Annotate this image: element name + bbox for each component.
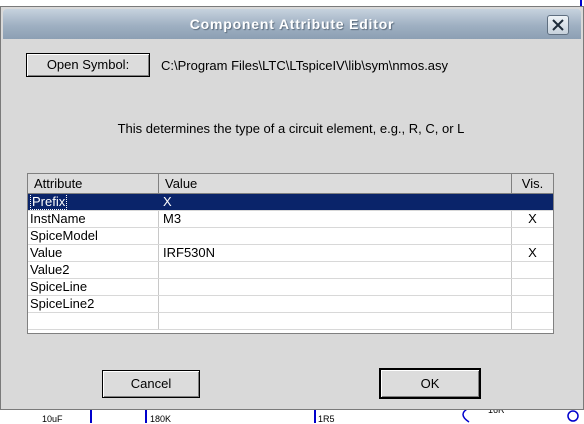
attribute-name-cell[interactable] [28, 313, 159, 329]
attribute-value-cell[interactable] [159, 228, 512, 244]
dialog-title: Component Attribute Editor [189, 16, 395, 32]
close-button[interactable] [547, 15, 569, 35]
column-header-value[interactable]: Value [159, 174, 512, 193]
attribute-row[interactable]: SpiceModel [28, 228, 553, 245]
attribute-row[interactable]: Value2 [28, 262, 553, 279]
attribute-row[interactable]: InstName M3 X [28, 211, 553, 228]
attribute-row[interactable]: Prefix X [28, 194, 553, 211]
attribute-visible-cell[interactable] [512, 194, 553, 210]
cancel-button[interactable]: Cancel [102, 370, 200, 398]
attribute-name-cell[interactable]: Value2 [28, 262, 159, 278]
attribute-name: Value2 [30, 262, 70, 277]
schematic-wire [145, 408, 147, 423]
attribute-name-cell[interactable]: SpiceModel [28, 228, 159, 244]
attribute-value-cell[interactable] [159, 296, 512, 312]
attribute-name: SpiceModel [30, 228, 98, 243]
attribute-row[interactable]: SpiceLine [28, 279, 553, 296]
schematic-wire [90, 408, 92, 423]
attribute-name-cell[interactable]: SpiceLine [28, 279, 159, 295]
attribute-visible-cell[interactable]: X [512, 211, 553, 227]
attribute-row[interactable]: SpiceLine2 [28, 296, 553, 313]
attribute-name: Prefix [30, 194, 68, 210]
attribute-name-cell[interactable]: SpiceLine2 [28, 296, 159, 312]
symbol-path: C:\Program Files\LTC\LTspiceIV\lib\sym\n… [161, 58, 449, 73]
attribute-visible-cell[interactable] [512, 296, 553, 312]
attribute-visible-cell[interactable]: X [512, 245, 553, 261]
attribute-value-cell[interactable] [159, 279, 512, 295]
attribute-description: This determines the type of a circuit el… [117, 121, 465, 136]
attribute-visible-cell[interactable] [512, 313, 553, 329]
attribute-value-cell[interactable]: M3 [159, 211, 512, 227]
attribute-value-cell[interactable] [159, 313, 512, 329]
attribute-visible-cell[interactable] [512, 279, 553, 295]
attribute-name-cell[interactable]: InstName [28, 211, 159, 227]
attribute-value-cell[interactable]: X [159, 194, 512, 210]
attribute-visible-cell[interactable] [512, 262, 553, 278]
title-bar[interactable]: Component Attribute Editor [3, 9, 581, 39]
attribute-name: SpiceLine2 [30, 296, 95, 311]
schematic-wire [314, 408, 316, 423]
attribute-name-cell[interactable]: Value [28, 245, 159, 261]
grid-header: Attribute Value Vis. [28, 174, 553, 194]
attribute-name: InstName [30, 211, 86, 226]
attribute-row[interactable]: Value IRF530N X [28, 245, 553, 262]
attribute-visible-cell[interactable] [512, 228, 553, 244]
attribute-name-cell[interactable]: Prefix [28, 194, 159, 210]
open-symbol-button[interactable]: Open Symbol: [26, 53, 150, 77]
attribute-grid[interactable]: Attribute Value Vis. Prefix X InstName M3 X S… [27, 173, 554, 334]
column-header-visible[interactable]: Vis. [512, 174, 553, 193]
column-header-attribute[interactable]: Attribute [28, 174, 159, 193]
ok-button[interactable]: OK [380, 369, 480, 398]
attribute-name: SpiceLine [30, 279, 88, 294]
attribute-name: Value [30, 245, 63, 260]
component-attribute-editor-dialog: Component Attribute Editor Open Symbol: … [0, 6, 584, 410]
close-icon [552, 19, 564, 31]
attribute-row[interactable] [28, 313, 553, 330]
attribute-value-cell[interactable] [159, 262, 512, 278]
attribute-value-cell[interactable]: IRF530N [159, 245, 512, 261]
